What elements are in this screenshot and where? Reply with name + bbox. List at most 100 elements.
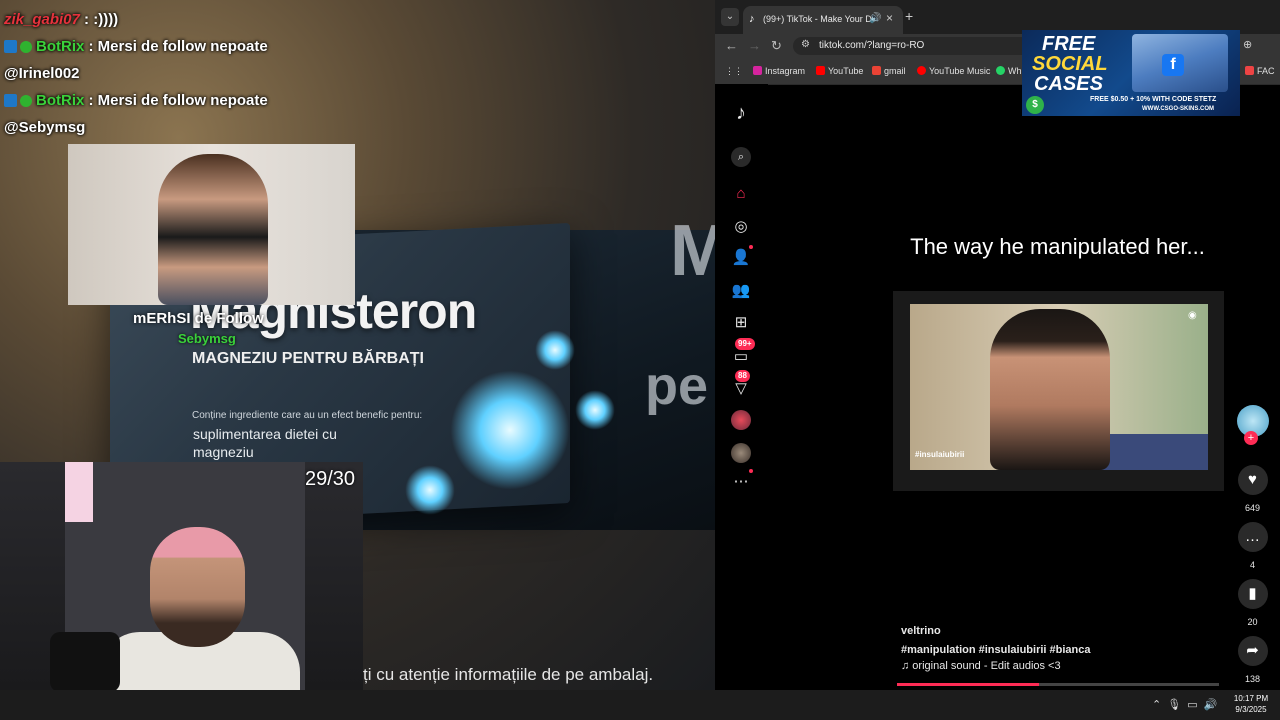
clock-date: 9/3/2025 bbox=[1235, 705, 1267, 714]
chat-text: : Mersi de follow nepoate bbox=[84, 92, 268, 109]
product-subbrand: MAGNEZIU PENTRU BĂRBAȚI bbox=[192, 350, 424, 367]
badge-icon bbox=[4, 94, 17, 107]
video-author[interactable]: veltrino bbox=[901, 625, 941, 637]
badge-icon bbox=[4, 40, 17, 53]
home-icon[interactable]: ⌂ bbox=[729, 183, 753, 205]
avatar bbox=[731, 410, 751, 431]
url-text: tiktok.com/?lang=ro-RO bbox=[819, 40, 925, 51]
tab-bar: ⌄ ♪ (99+) TikTok - Make Your Day 🔊 × + bbox=[715, 0, 1280, 34]
product-fineprint: Conține ingrediente care au un efect ben… bbox=[192, 410, 423, 421]
video-progress-bar[interactable] bbox=[897, 683, 1219, 686]
comment-icon: … bbox=[1237, 522, 1268, 552]
inbox-icon[interactable]: ▭ 99+ bbox=[729, 338, 755, 368]
browser-window: ⌄ ♪ (99+) TikTok - Make Your Day 🔊 × + ←… bbox=[715, 0, 1280, 690]
progress-fill bbox=[897, 683, 1039, 686]
volume-icon[interactable]: 🔊 bbox=[1204, 699, 1224, 711]
apps-icon[interactable]: ⋮⋮ bbox=[725, 66, 743, 77]
network-icon[interactable]: ▭ bbox=[1187, 699, 1203, 711]
bookmark-label: Wh bbox=[1008, 66, 1022, 76]
channel-logo-icon: ◉ bbox=[1188, 310, 1197, 321]
youtube-music-icon bbox=[917, 66, 926, 75]
tab-tiktok[interactable]: ♪ (99+) TikTok - Make Your Day 🔊 × bbox=[743, 6, 903, 34]
chat-message: BotRix : Mersi de follow nepoate bbox=[4, 87, 268, 114]
chat-user: zik_gabi07 bbox=[4, 11, 80, 28]
profile-avatar[interactable] bbox=[729, 442, 753, 464]
microphone bbox=[50, 632, 120, 690]
clock[interactable]: 10:17 PM 9/3/2025 bbox=[1226, 693, 1276, 715]
glow-orb bbox=[450, 370, 570, 490]
follow-plus-icon[interactable]: + bbox=[1244, 431, 1258, 445]
alert-person bbox=[158, 154, 268, 305]
youtube-icon bbox=[816, 66, 825, 75]
save-button[interactable]: ▮ 20 bbox=[1230, 579, 1275, 627]
ad-site: WWW.CSGO-SKINS.COM bbox=[1142, 106, 1214, 112]
gmail-icon bbox=[872, 66, 881, 75]
back-icon[interactable]: ← bbox=[725, 38, 738, 53]
tiktok-sidebar: ♪ ⌕ ⌂ ◎ 👤 👥 ⊞ ▭ 99+ ▽ 88 ⋯ bbox=[715, 84, 768, 690]
taskbar: ⌃🎙▭🔊 10:17 PM 9/3/2025 bbox=[0, 690, 1280, 720]
zoom-icon[interactable]: ⊕ bbox=[1243, 38, 1252, 51]
avatar bbox=[731, 443, 751, 464]
verified-icon bbox=[20, 41, 32, 53]
following-icon[interactable]: 👤 bbox=[729, 245, 753, 269]
bookmark-whatsapp[interactable]: Wh bbox=[996, 66, 1022, 76]
chat-text: : :)))) bbox=[79, 11, 119, 28]
tray-chevron-icon[interactable]: ⌃ bbox=[1152, 699, 1167, 711]
comment-button[interactable]: … 4 bbox=[1230, 522, 1275, 570]
bookmark-instagram[interactable]: Instagram bbox=[753, 66, 805, 76]
comment-count: 4 bbox=[1249, 560, 1255, 570]
follow-alert-image bbox=[68, 144, 355, 305]
glow-orb bbox=[535, 330, 575, 370]
video-caption: The way he manipulated her... bbox=[910, 234, 1205, 259]
tab-search-button[interactable]: ⌄ bbox=[721, 8, 739, 26]
bookmark-fac[interactable]: FAC bbox=[1245, 66, 1275, 76]
friends-icon[interactable]: 👥 bbox=[729, 280, 753, 302]
microphone-icon[interactable]: 🎙 bbox=[1167, 699, 1187, 711]
bookmark-gmail[interactable]: gmail bbox=[872, 66, 906, 76]
like-count: 649 bbox=[1244, 503, 1261, 513]
video-hashtags[interactable]: #manipulation #insulaiubirii #bianca bbox=[901, 644, 1091, 656]
notification-dot bbox=[749, 245, 753, 249]
bookmark-icon: ▮ bbox=[1237, 579, 1268, 609]
upload-icon[interactable]: ⊞ bbox=[729, 312, 753, 334]
instagram-icon bbox=[753, 66, 762, 75]
bookmark-youtube-music[interactable]: YouTube Music bbox=[917, 66, 990, 76]
background-word-2: pe bbox=[645, 356, 709, 416]
close-tab-icon[interactable]: × bbox=[886, 11, 893, 25]
chat-overlay: zik_gabi07 : :)))) BotRix : Mersi de fol… bbox=[4, 6, 268, 141]
site-info-icon[interactable]: ⚙ bbox=[801, 39, 810, 50]
share-button[interactable]: ➦ 138 bbox=[1230, 636, 1275, 684]
chat-message-continued: @Irinel002 bbox=[4, 65, 80, 82]
bookmark-youtube[interactable]: YouTube bbox=[816, 66, 863, 76]
tab-title: (99+) TikTok - Make Your Day bbox=[763, 14, 873, 24]
reload-icon[interactable]: ↻ bbox=[771, 38, 782, 54]
background-word-1: M bbox=[670, 211, 715, 291]
streamer-head bbox=[150, 527, 245, 647]
system-tray: ⌃🎙▭🔊 bbox=[1152, 698, 1223, 711]
glow-orb bbox=[405, 465, 455, 515]
tiktok-logo-icon[interactable]: ♪ bbox=[729, 102, 753, 124]
share-icon: ➦ bbox=[1237, 636, 1268, 666]
speaker-icon[interactable]: 🔊 bbox=[869, 13, 881, 24]
explore-icon[interactable]: ◎ bbox=[729, 216, 753, 238]
tiktok-icon: ♪ bbox=[749, 13, 755, 25]
new-tab-button[interactable]: + bbox=[905, 8, 913, 24]
live-avatar[interactable] bbox=[729, 409, 753, 431]
ad-line-1: FREE bbox=[1042, 33, 1096, 55]
bookmark-favicon bbox=[1245, 66, 1254, 75]
video-watermark: #insulaiubirii bbox=[915, 450, 965, 459]
advert-banner: f FREE SOCIAL CASES $ FREE $0.50 + 10% W… bbox=[1022, 30, 1240, 116]
video-sound[interactable]: ♫ original sound - Edit audios <3 bbox=[901, 660, 1061, 672]
video-person bbox=[990, 309, 1110, 470]
forward-icon[interactable]: → bbox=[748, 38, 761, 53]
webcam-feed bbox=[0, 462, 363, 690]
creator-avatar[interactable]: + bbox=[1230, 405, 1275, 445]
activity-icon[interactable]: ▽ 88 bbox=[729, 370, 753, 400]
save-count: 20 bbox=[1247, 617, 1258, 627]
video-subtitle: ți cu atenție informațiile de pe ambalaj… bbox=[363, 665, 654, 684]
video-player[interactable]: #insulaiubirii ◉ bbox=[893, 291, 1224, 491]
like-button[interactable]: ♥ 649 bbox=[1230, 465, 1275, 513]
search-icon[interactable]: ⌕ bbox=[729, 145, 753, 167]
chat-text: : Mersi de follow nepoate bbox=[84, 38, 268, 55]
more-icon[interactable]: ⋯ bbox=[729, 469, 753, 493]
